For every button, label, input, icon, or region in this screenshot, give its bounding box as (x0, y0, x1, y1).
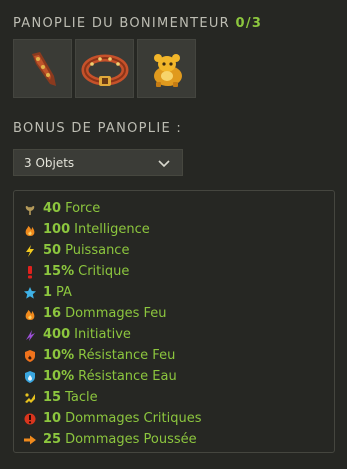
initiative-icon (26, 329, 35, 341)
dagger-item-icon (31, 51, 56, 86)
stat-label: Résistance Feu (78, 348, 176, 363)
stat-label: PA (56, 285, 72, 300)
bonus-tier-dropdown[interactable]: 3 Objets (13, 149, 183, 176)
stat-row: 10% Résistance Feu (23, 345, 334, 366)
tackle-icon (25, 392, 35, 403)
stat-label: Puissance (65, 243, 130, 258)
stat-value: 50 (43, 243, 62, 258)
stat-label: Initiative (74, 327, 131, 342)
star-icon (24, 286, 36, 299)
stat-value: 25 (43, 432, 62, 447)
stat-row: 10 Dommages Critiques (23, 408, 334, 429)
stat-value: 15% (43, 264, 75, 279)
stat-value: 10 (43, 411, 62, 426)
stat-row: 10% Résistance Eau (23, 366, 334, 387)
stat-value: 15 (43, 390, 62, 405)
fire-shield-icon (25, 349, 35, 362)
belt-item-icon (81, 54, 128, 86)
stat-row: 16 Dommages Feu (23, 303, 334, 324)
bonus-tier-selected: 3 Objets (24, 155, 75, 170)
item-slot-dagger[interactable] (13, 39, 72, 98)
chevron-down-icon (158, 159, 170, 167)
set-bonus-label: BONUS DE PANOPLIE : (13, 121, 183, 136)
pet-item-icon (153, 53, 182, 87)
stat-label: Résistance Eau (78, 369, 177, 384)
stat-label: Tacle (65, 390, 98, 405)
bonus-stats-panel: 40 Force 100 Intelligence 50 Puissance 15% Crit… (13, 190, 335, 453)
stat-label: Critique (78, 264, 130, 279)
set-title: PANOPLIE DU BONIMENTEUR 0/3 (13, 16, 262, 31)
stat-label: Force (65, 201, 101, 216)
item-slot-pet[interactable] (137, 39, 196, 98)
stat-value: 40 (43, 201, 62, 216)
water-shield-icon (25, 370, 35, 383)
stat-label: Dommages Poussée (65, 432, 197, 447)
stat-row: 15% Critique (23, 261, 334, 282)
stat-row: 15 Tacle (23, 387, 334, 408)
stat-value: 1 (43, 285, 53, 300)
stat-row: 400 Initiative (23, 324, 334, 345)
flame-icon (25, 309, 35, 320)
set-name: PANOPLIE DU BONIMENTEUR (13, 16, 231, 31)
stat-value: 100 (43, 222, 71, 237)
stat-value: 10% (43, 348, 75, 363)
stat-value: 400 (43, 327, 71, 342)
exclamation-icon (28, 265, 32, 278)
flame-icon (25, 225, 35, 236)
lightning-icon (26, 244, 34, 257)
stat-row: 100 Intelligence (23, 219, 334, 240)
critical-damage-icon (24, 413, 36, 424)
set-count: 0/3 (235, 16, 263, 31)
stat-value: 16 (43, 306, 62, 321)
stat-value: 10% (43, 369, 75, 384)
stat-label: Dommages Feu (65, 306, 167, 321)
stat-label: Dommages Critiques (65, 411, 202, 426)
set-items (13, 39, 196, 98)
stat-row: 1 PA (23, 282, 334, 303)
item-slot-belt[interactable] (75, 39, 134, 98)
stat-row: 25 Dommages Poussée (23, 429, 334, 450)
push-arrow-icon (24, 435, 36, 444)
stat-row: 50 Puissance (23, 240, 334, 261)
stat-row: 40 Force (23, 198, 334, 219)
stat-label: Intelligence (74, 222, 150, 237)
force-icon (25, 205, 35, 215)
